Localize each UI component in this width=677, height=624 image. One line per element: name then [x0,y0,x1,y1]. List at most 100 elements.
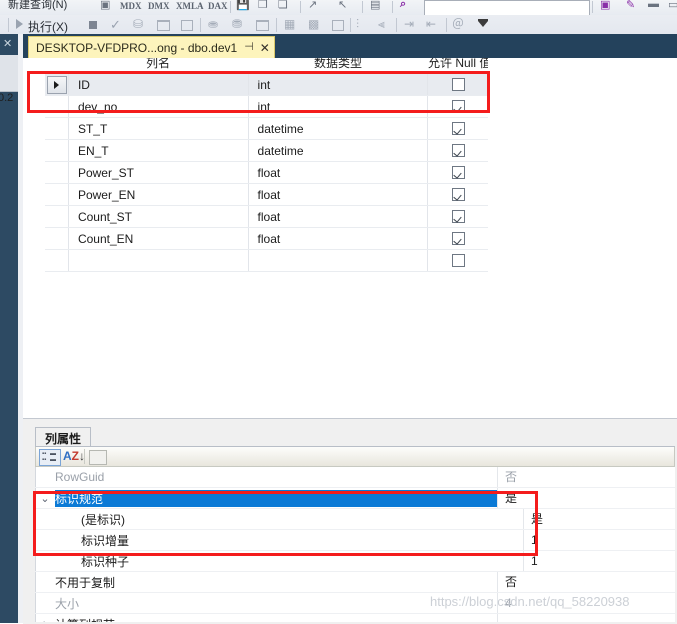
row-selector-cell[interactable] [45,96,69,117]
new-query-button[interactable]: 新建查询(N) [8,0,67,12]
cell-column-name[interactable]: ST_T [69,118,249,139]
redo-icon[interactable]: ↖ [338,0,347,11]
find-icon[interactable]: ⌕ [400,0,406,11]
cell-column-name[interactable] [69,250,249,271]
property-value[interactable]: 否 [497,572,675,592]
wand-icon[interactable]: ✎ [626,0,635,11]
expander-icon[interactable]: › [35,618,55,622]
cell-column-name[interactable]: Count_ST [69,206,249,227]
allow-null-checkbox[interactable] [451,100,465,113]
table-row[interactable]: Count_EN float [45,228,488,250]
panel-icon[interactable]: ▭ [668,0,677,11]
media-icon[interactable]: ▬ [648,0,659,10]
cell-column-name[interactable]: EN_T [69,140,249,161]
cell-column-name[interactable]: ID [69,74,249,95]
table-row[interactable]: Power_EN float [45,184,488,206]
uncomment-out-icon[interactable]: ⇤ [426,18,436,31]
comment-icon[interactable]: ▦ [284,18,295,31]
cell-allow-nulls[interactable] [428,118,488,139]
overflow-icon[interactable] [478,21,488,27]
cell-data-type[interactable]: int [249,96,429,117]
allow-null-checkbox[interactable] [451,122,465,135]
row-selector-cell[interactable] [45,184,69,205]
property-row[interactable]: 不用于复制 否 [35,572,675,593]
cell-data-type[interactable]: float [249,184,429,205]
allow-null-checkbox[interactable] [451,210,465,223]
stop-icon[interactable] [89,21,97,29]
expander-icon[interactable]: ⌄ [35,492,55,505]
window-icon[interactable]: ▤ [370,0,380,11]
save-icon[interactable]: 💾 [236,0,250,11]
stop-icon[interactable]: ▣ [600,0,610,11]
allow-null-checkbox[interactable] [451,144,465,157]
cell-allow-nulls[interactable] [428,162,488,183]
cell-allow-nulls[interactable] [428,96,488,117]
property-value[interactable] [497,614,675,622]
include-plan-icon[interactable] [157,20,170,31]
tab-column-properties[interactable]: 列属性 [35,427,92,448]
cell-data-type[interactable]: float [249,228,429,249]
table-row[interactable]: dev_no int [45,96,488,118]
allow-null-checkbox[interactable] [451,188,465,201]
allow-null-checkbox[interactable] [451,254,465,267]
comment-out-icon[interactable]: ⇥ [404,18,414,31]
categorized-view-icon[interactable]: ▪▪ ▪▪ ▬ ▬ [39,449,61,466]
at-symbol-icon[interactable]: ＠ [452,18,464,31]
undo-icon[interactable]: ↗ [308,0,317,11]
execute-button[interactable]: 执行(X) [28,18,68,35]
grid-header-data-type[interactable]: 数据类型 [248,58,428,73]
close-icon[interactable]: ✕ [3,37,12,50]
uncomment-icon[interactable]: ▩ [308,18,319,31]
property-value[interactable]: 是 [523,509,675,529]
row-selector-cell[interactable] [45,74,69,95]
cell-allow-nulls[interactable] [428,250,488,271]
results-text-icon[interactable]: ⛃ [232,18,242,31]
results-grid-icon[interactable]: ⛂ [208,18,218,31]
indent-icon[interactable]: ⫶ [356,18,359,31]
save-all-icon[interactable]: ▣ [100,0,110,11]
outdent-icon[interactable]: ⫷ [378,18,385,31]
left-dock-stub[interactable] [0,55,18,92]
table-row[interactable] [45,250,488,272]
specify-values-icon[interactable] [332,20,344,31]
cell-allow-nulls[interactable] [428,206,488,227]
property-row[interactable]: 标识增量 1 [35,530,675,551]
cell-data-type[interactable]: datetime [249,118,429,139]
paste-icon[interactable]: ❏ [278,0,288,11]
client-stats-icon[interactable] [181,20,193,31]
cell-data-type[interactable] [249,250,429,271]
copy-icon[interactable]: ❐ [258,0,268,11]
dmx-icon[interactable]: DMX [148,1,170,11]
cell-data-type[interactable]: float [249,206,429,227]
cell-column-name[interactable]: dev_no [69,96,249,117]
property-value[interactable]: 1 [523,530,675,550]
search-input[interactable] [424,0,590,15]
table-row[interactable]: ST_T datetime [45,118,488,140]
property-value[interactable]: 否 [497,467,675,487]
parse-check-icon[interactable]: ✓ [110,17,121,33]
cell-allow-nulls[interactable] [428,228,488,249]
run-icon[interactable] [16,19,23,29]
row-selector-cell[interactable] [45,206,69,227]
allow-null-checkbox[interactable] [451,78,465,91]
allow-null-checkbox[interactable] [451,232,465,245]
table-row[interactable]: EN_T datetime [45,140,488,162]
cell-data-type[interactable]: datetime [249,140,429,161]
grid-header-allow-nulls[interactable]: 允许 Null 值 [428,58,488,73]
property-row[interactable]: RowGuid 否 [35,467,675,488]
row-selector-cell[interactable] [45,140,69,161]
table-row[interactable]: ID int [45,74,488,96]
cell-allow-nulls[interactable] [428,74,488,95]
grid-header-column-name[interactable]: 列名 [68,58,248,73]
cell-allow-nulls[interactable] [428,140,488,161]
property-row[interactable]: (是标识) 是 [35,509,675,530]
property-row[interactable]: ›计算列规范 [35,614,675,622]
cell-data-type[interactable]: float [249,162,429,183]
alphabetical-sort-icon[interactable]: AZ↓ [63,448,85,464]
cell-allow-nulls[interactable] [428,184,488,205]
close-icon[interactable]: ✕ [260,42,270,54]
row-selector-cell[interactable] [45,250,69,271]
xmla-icon[interactable]: XMLA [176,1,204,11]
row-selector-cell[interactable] [45,228,69,249]
cell-column-name[interactable]: Power_EN [69,184,249,205]
